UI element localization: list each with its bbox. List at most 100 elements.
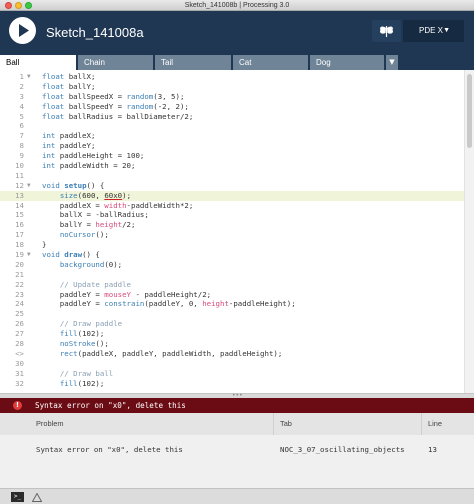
code-line[interactable]: 5 float ballRadius = ballDiameter/2; <box>0 112 464 122</box>
line-number: 22 <box>15 279 24 289</box>
code-editor[interactable]: 1 ▼ float ballX; 2 float ballY; 3 float ballSp… <box>0 70 474 393</box>
line-number: 17 <box>15 230 24 240</box>
code-text: paddleX = width-paddleWidth*2; <box>42 200 194 210</box>
code-line[interactable]: 4 float ballSpeedY = random(-2, 2); <box>0 102 464 112</box>
tab-dog[interactable]: Dog <box>310 55 384 70</box>
line-number: 3 <box>19 91 24 101</box>
line-number: 1 <box>19 72 24 81</box>
code-line[interactable]: 18} <box>0 240 464 250</box>
code-line[interactable]: 9 int paddleHeight = 100; <box>0 151 464 161</box>
code-text: fill(102); <box>59 329 105 339</box>
code-line[interactable]: 8 int paddleY; <box>0 141 464 151</box>
code-line[interactable]: 28 noStroke(); <box>0 339 464 349</box>
code-text: int paddleX; <box>42 131 96 141</box>
debug-button[interactable] <box>372 20 401 42</box>
mode-selector[interactable]: PDE X ▼ <box>403 20 464 42</box>
chevron-down-icon: ▼ <box>443 27 450 34</box>
line-cell: 13 <box>428 445 437 454</box>
code-text: fill(102); <box>59 378 105 388</box>
tab-chain[interactable]: Chain <box>78 55 153 70</box>
code-text: noCursor(); <box>59 230 109 240</box>
code-line[interactable]: 26 // Draw paddle <box>0 319 464 329</box>
code-line[interactable]: 32 fill(102); <box>0 379 464 389</box>
line-number: 7 <box>19 131 24 141</box>
line-number: <> <box>15 348 24 358</box>
code-line[interactable]: 20 background(0); <box>0 260 464 270</box>
code-text: } <box>42 240 47 250</box>
code-text: noStroke(); <box>59 339 109 349</box>
code-line[interactable]: 1 ▼ float ballX; <box>0 72 464 82</box>
sketch-name: Sketch_141008a <box>46 25 144 40</box>
code-lines[interactable]: 1 ▼ float ballX; 2 float ballY; 3 float ballSp… <box>0 72 464 389</box>
code-line[interactable]: 11 <box>0 171 464 181</box>
table-row[interactable]: Syntax error on "x0", delete this NOC_3_… <box>0 435 474 465</box>
code-line[interactable]: 16 ballY = height/2; <box>0 220 464 230</box>
line-number: 14 <box>15 200 24 210</box>
column-header-problem[interactable]: Problem <box>0 413 274 435</box>
fold-toggle-icon[interactable]: ▼ <box>27 250 37 260</box>
tab-cat[interactable]: Cat <box>233 55 308 70</box>
code-line[interactable]: 10 int paddleWidth = 20; <box>0 161 464 171</box>
code-text: size(600, 60x0); <box>59 190 132 200</box>
code-line[interactable]: 30 <box>0 359 464 369</box>
code-text: // Draw paddle <box>59 319 123 329</box>
code-line[interactable]: 15 ballX = -ballRadius; <box>0 210 464 220</box>
code-line[interactable]: 13 size(600, 60x0); <box>0 190 464 201</box>
line-number: 15 <box>15 210 24 220</box>
window-titlebar: Sketch_141008b | Processing 3.0 <box>0 0 474 11</box>
problems-panel: Problem Tab Line Syntax error on "x0", d… <box>0 413 474 488</box>
tab-tail[interactable]: Tail <box>155 55 231 70</box>
code-line[interactable]: 14 paddleX = width-paddleWidth*2; <box>0 201 464 211</box>
run-button[interactable] <box>9 17 36 44</box>
line-number: 23 <box>15 289 24 299</box>
line-number: 20 <box>15 259 24 269</box>
code-text: float ballSpeedX = random(3, 5); <box>42 91 185 101</box>
error-message: Syntax error on "x0", delete this <box>35 401 186 410</box>
line-number: 12 <box>15 180 24 190</box>
line-number: 2 <box>19 81 24 91</box>
code-line[interactable]: 3 float ballSpeedX = random(3, 5); <box>0 92 464 102</box>
code-text: void draw() { <box>42 250 100 260</box>
tab-bar: Ball Chain Tail Cat Dog ▼ <box>0 53 474 70</box>
code-line[interactable]: 2 float ballY; <box>0 82 464 92</box>
code-line[interactable]: <> rect(paddleX, paddleY, paddleWidth, p… <box>0 349 464 359</box>
column-header-line[interactable]: Line <box>422 413 474 435</box>
line-number: 30 <box>15 358 24 368</box>
code-line[interactable]: 6 <box>0 121 464 131</box>
code-line[interactable]: 23 paddleY = mouseY - paddleHeight/2; <box>0 290 464 300</box>
code-line[interactable]: 22 // Update paddle <box>0 280 464 290</box>
code-line[interactable]: 17 noCursor(); <box>0 230 464 240</box>
warning-icon[interactable] <box>32 493 42 502</box>
line-number: 8 <box>19 141 24 151</box>
console-toggle-button[interactable]: >_ <box>11 492 24 502</box>
code-line[interactable]: 12 ▼ void setup() { <box>0 181 464 191</box>
code-line[interactable]: 19 ▼ void draw() { <box>0 250 464 260</box>
code-line[interactable]: 31 // Draw ball <box>0 369 464 379</box>
scrollbar-thumb[interactable] <box>467 74 472 148</box>
code-line[interactable]: 27 fill(102); <box>0 329 464 339</box>
line-number: 4 <box>19 101 24 111</box>
tab-menu-button[interactable]: ▼ <box>386 55 398 70</box>
code-line[interactable]: 25 <box>0 309 464 319</box>
fold-toggle-icon[interactable]: ▼ <box>27 181 37 191</box>
code-text: int paddleHeight = 100; <box>42 151 145 161</box>
code-text: float ballSpeedY = random(-2, 2); <box>42 101 189 111</box>
code-line[interactable]: 7 int paddleX; <box>0 131 464 141</box>
column-header-tab[interactable]: Tab <box>274 413 422 435</box>
fold-toggle-icon[interactable]: ▼ <box>27 72 37 82</box>
line-number: 27 <box>15 329 24 339</box>
code-text: float ballX; <box>42 72 96 81</box>
vertical-scrollbar[interactable] <box>464 70 474 393</box>
tab-ball[interactable]: Ball <box>0 55 76 70</box>
problem-cell: Syntax error on "x0", delete this <box>36 445 183 454</box>
line-number: 18 <box>15 240 24 250</box>
play-icon <box>19 24 29 37</box>
code-text: paddleY = mouseY - paddleHeight/2; <box>42 289 212 299</box>
error-bar: ! Syntax error on "x0", delete this <box>0 398 474 413</box>
code-text: int paddleWidth = 20; <box>42 161 136 171</box>
code-line[interactable]: 24 paddleY = constrain(paddleY, 0, heigh… <box>0 299 464 309</box>
code-line[interactable]: 21 <box>0 270 464 280</box>
line-number: 24 <box>15 299 24 309</box>
line-number: 25 <box>15 309 24 319</box>
line-number: 11 <box>15 170 24 180</box>
